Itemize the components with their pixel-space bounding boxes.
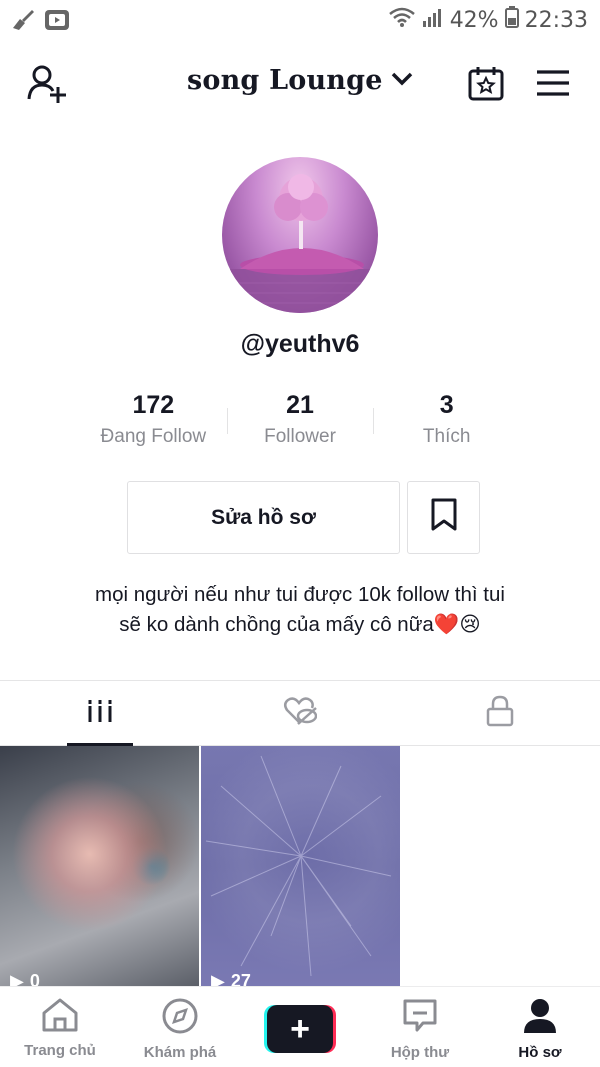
view-count: ▶ 0 (10, 971, 40, 986)
content-tabs (0, 680, 600, 746)
starburst-pattern (205, 755, 392, 977)
status-left-icons (10, 8, 70, 37)
heart-emoji: ❤️ (433, 613, 460, 636)
nav-home[interactable]: Trang chủ (0, 987, 120, 1067)
account-name: song Lounge (186, 65, 383, 96)
stat-divider (373, 408, 374, 434)
youtube-icon (44, 8, 70, 37)
bottom-navigation: Trang chủ Khám phá + Hộp thư Hồ sơ (0, 986, 600, 1067)
menu-button[interactable] (536, 69, 570, 97)
stat-likes-count: 3 (439, 391, 454, 419)
bookmark-icon (430, 498, 458, 537)
play-icon: ▶ (211, 971, 225, 986)
stat-following-count: 172 (132, 391, 175, 419)
stat-followers-count: 21 (286, 391, 314, 419)
stat-likes-label: Thích (422, 426, 471, 447)
nav-discover-label: Khám phá (143, 1044, 217, 1061)
profile-icon (522, 997, 558, 1040)
liked-hidden-icon (283, 696, 318, 731)
edit-profile-button[interactable]: Sửa hồ sơ (127, 481, 400, 554)
status-right: 42% 22:33 (388, 6, 588, 34)
view-count-value: 0 (29, 971, 40, 986)
tab-videos[interactable] (0, 681, 200, 746)
bio: mọi người nếu như tui được 10k follow th… (40, 580, 560, 640)
stat-following-label: Đang Follow (100, 426, 207, 447)
compass-icon (161, 997, 199, 1040)
stat-likes[interactable]: 3 Thích (373, 390, 520, 460)
profile-header: song Lounge (0, 55, 600, 115)
create-plus-icon: + (267, 1005, 333, 1053)
bio-line-2: sẽ ko dành chồng của mấy cô nữa (119, 613, 434, 636)
profile-stats: 172 Đang Follow 21 Follower 3 Thích (80, 390, 520, 460)
video-grid: ▶ 0 ▶ 27 (0, 746, 600, 986)
nav-profile[interactable]: Hồ sơ (480, 987, 600, 1067)
bio-line-1: mọi người nếu như tui được 10k follow th… (95, 583, 505, 606)
calendar-star-icon (468, 67, 504, 105)
view-count-value: 27 (230, 971, 251, 986)
nav-inbox-label: Hộp thư (390, 1044, 450, 1061)
sad-face-emoji: 😢 (459, 613, 481, 636)
bookmark-button[interactable] (407, 481, 480, 554)
menu-icon (536, 70, 570, 101)
account-switcher[interactable]: song Lounge (0, 65, 600, 96)
nav-create[interactable]: + (240, 987, 360, 1067)
stat-followers[interactable]: 21 Follower (227, 390, 374, 460)
home-icon (40, 997, 80, 1038)
battery-percent: 42% (449, 7, 499, 33)
broom-icon (10, 8, 36, 37)
nav-profile-label: Hồ sơ (518, 1044, 562, 1061)
username: @yeuthv6 (240, 330, 360, 358)
calendar-button[interactable] (468, 65, 504, 101)
clock: 22:33 (524, 7, 588, 33)
nav-discover[interactable]: Khám phá (120, 987, 240, 1067)
stat-following[interactable]: 172 Đang Follow (80, 390, 227, 460)
videos-grid-icon (87, 698, 113, 729)
battery-icon (504, 6, 519, 34)
signal-icon (422, 6, 444, 34)
play-icon: ▶ (10, 971, 24, 986)
tab-private[interactable] (400, 681, 600, 745)
chevron-down-icon (391, 71, 413, 92)
wifi-icon (388, 6, 416, 34)
avatar-tree-illustration (222, 174, 378, 313)
nav-home-label: Trang chủ (24, 1042, 96, 1059)
stat-followers-label: Follower (264, 426, 336, 447)
video-thumbnail[interactable]: ▶ 27 (201, 746, 400, 986)
bio-line-2-wrap: sẽ ko dành chồng của mấy cô nữa❤️😢 (40, 610, 560, 640)
inbox-icon (401, 997, 439, 1040)
video-thumbnail[interactable]: ▶ 0 (0, 746, 199, 986)
avatar[interactable] (222, 157, 378, 313)
stat-divider (227, 408, 228, 434)
private-lock-icon (486, 695, 514, 732)
tab-liked[interactable] (200, 681, 400, 745)
status-bar: 42% 22:33 (0, 0, 600, 42)
view-count: ▶ 27 (211, 971, 251, 986)
create-button[interactable]: + (264, 1005, 336, 1053)
nav-inbox[interactable]: Hộp thư (360, 987, 480, 1067)
